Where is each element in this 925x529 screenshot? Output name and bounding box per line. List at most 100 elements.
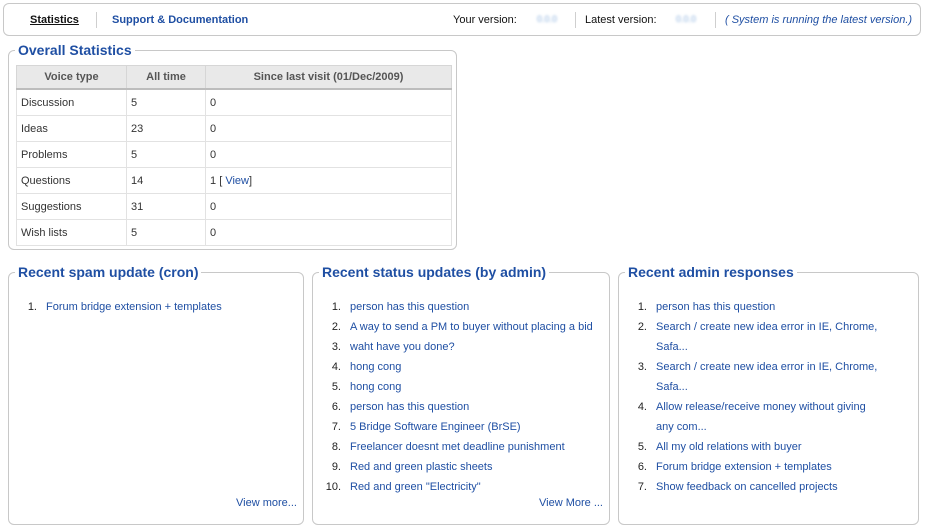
statistics-table: Voice type All time Since last visit (01… xyxy=(16,65,452,246)
item-number: 5. xyxy=(331,381,341,393)
all-time-cell: 23 xyxy=(126,115,206,142)
view-link[interactable]: View xyxy=(225,175,249,187)
since-last-visit-cell: 1 [ View] xyxy=(205,167,452,194)
your-version-value: 0.0.0 xyxy=(537,14,558,24)
list-item: 9. Red and green plastic sheets xyxy=(313,457,609,477)
table-row: Discussion 5 0 xyxy=(16,89,452,116)
list-item: 3. waht have you done? xyxy=(313,337,609,357)
latest-version-label: Latest version: xyxy=(585,14,657,26)
status-update-link[interactable]: Red and green plastic sheets xyxy=(350,457,492,477)
all-time-cell: 14 xyxy=(126,167,206,194)
admin-response-link[interactable]: person has this question xyxy=(656,297,775,317)
item-number: 8. xyxy=(331,441,341,453)
status-update-link[interactable]: person has this question xyxy=(350,397,469,417)
item-number: 6. xyxy=(331,401,341,413)
list-item: 4. Allow release/receive money without gi… xyxy=(619,397,918,437)
table-row: Ideas 23 0 xyxy=(16,115,452,142)
list-item: 5. All my old relations with buyer xyxy=(619,437,918,457)
list-item: 10. Red and green "Electricity" xyxy=(313,477,609,497)
bracket: ] xyxy=(248,174,253,187)
item-number: 4. xyxy=(637,401,647,413)
admin-response-link[interactable]: Forum bridge extension + templates xyxy=(656,457,832,477)
voice-type-cell: Problems xyxy=(16,141,127,168)
voice-type-cell: Questions xyxy=(16,167,127,194)
recent-admin-responses-panel: Recent admin responses 1. person has this… xyxy=(618,263,919,525)
item-number: 6. xyxy=(637,461,647,473)
bracket: [ xyxy=(219,174,223,187)
list-item: 1. person has this question xyxy=(619,297,918,317)
item-number: 1. xyxy=(27,301,37,313)
voice-type-cell: Discussion xyxy=(16,89,127,116)
overall-statistics-title: Overall Statistics xyxy=(15,41,135,59)
status-update-link[interactable]: person has this question xyxy=(350,297,469,317)
divider xyxy=(96,12,97,28)
list-item: 7. 5 Bridge Software Engineer (BrSE) xyxy=(313,417,609,437)
your-version-label: Your version: xyxy=(453,14,517,26)
status-update-link[interactable]: A way to send a PM to buyer without plac… xyxy=(350,317,593,337)
latest-version-value: 0.0.0 xyxy=(676,14,697,24)
since-last-visit-cell: 0 xyxy=(205,219,452,246)
admin-response-link[interactable]: Search / create new idea error in IE, Ch… xyxy=(656,317,886,357)
voice-type-cell: Ideas xyxy=(16,115,127,142)
item-number: 7. xyxy=(637,481,647,493)
spam-item-link[interactable]: Forum bridge extension + templates xyxy=(46,297,222,317)
status-update-link[interactable]: hong cong xyxy=(350,377,401,397)
since-last-visit-cell: 0 xyxy=(205,89,452,116)
item-number: 2. xyxy=(331,321,341,333)
since-last-visit-cell: 0 xyxy=(205,193,452,220)
overall-statistics-panel: Overall Statistics Voice type All time S… xyxy=(8,41,457,250)
column-header-since-last-visit: Since last visit (01/Dec/2009) xyxy=(205,65,452,90)
status-update-link[interactable]: Red and green "Electricity" xyxy=(350,477,481,497)
item-number: 9. xyxy=(331,461,341,473)
status-update-link[interactable]: hong cong xyxy=(350,357,401,377)
all-time-cell: 5 xyxy=(126,141,206,168)
status-updates-list: 1. person has this question 2. A way to se… xyxy=(313,297,609,497)
recent-admin-responses-title: Recent admin responses xyxy=(625,263,797,281)
admin-response-link[interactable]: Show feedback on cancelled projects xyxy=(656,477,838,497)
voice-type-cell: Suggestions xyxy=(16,193,127,220)
list-item: 6. Forum bridge extension + templates xyxy=(619,457,918,477)
item-number: 2. xyxy=(637,321,647,333)
divider xyxy=(575,12,576,28)
item-number: 4. xyxy=(331,361,341,373)
table-row: Problems 5 0 xyxy=(16,141,452,168)
top-bar: Statistics Support & Documentation Your … xyxy=(3,3,921,36)
list-item: 6. person has this question xyxy=(313,397,609,417)
item-number: 3. xyxy=(331,341,341,353)
system-status-text: ( System is running the latest version.) xyxy=(725,14,913,26)
list-item: 5. hong cong xyxy=(313,377,609,397)
list-item: 1. person has this question xyxy=(313,297,609,317)
list-item: 8. Freelancer doesnt met deadline punishm… xyxy=(313,437,609,457)
voice-type-cell: Wish lists xyxy=(16,219,127,246)
item-number: 5. xyxy=(637,441,647,453)
status-update-link[interactable]: 5 Bridge Software Engineer (BrSE) xyxy=(350,417,521,437)
table-row: Questions 14 1 [ View] xyxy=(16,167,452,194)
item-number: 3. xyxy=(637,361,647,373)
since-last-visit-cell: 0 xyxy=(205,141,452,168)
item-number: 1. xyxy=(331,301,341,313)
recent-spam-title: Recent spam update (cron) xyxy=(15,263,202,281)
all-time-cell: 5 xyxy=(126,89,206,116)
item-number: 1. xyxy=(637,301,647,313)
item-number: 7. xyxy=(331,421,341,433)
tab-statistics[interactable]: Statistics xyxy=(30,14,79,26)
status-update-link[interactable]: waht have you done? xyxy=(350,337,455,357)
admin-response-link[interactable]: Allow release/receive money without givi… xyxy=(656,397,886,437)
column-header-all-time: All time xyxy=(126,65,206,90)
spam-list: 1. Forum bridge extension + templates xyxy=(9,297,303,317)
view-more-link[interactable]: View More ... xyxy=(539,497,603,509)
recent-spam-panel: Recent spam update (cron) 1. Forum bridge… xyxy=(8,263,304,525)
admin-response-link[interactable]: All my old relations with buyer xyxy=(656,437,802,457)
list-item: 2. A way to send a PM to buyer without pl… xyxy=(313,317,609,337)
view-more-link[interactable]: View more... xyxy=(236,497,297,509)
tab-support-documentation[interactable]: Support & Documentation xyxy=(112,14,248,26)
table-row: Suggestions 31 0 xyxy=(16,193,452,220)
list-item: 3. Search / create new idea error in IE, … xyxy=(619,357,918,397)
status-update-link[interactable]: Freelancer doesnt met deadline punishmen… xyxy=(350,437,565,457)
list-item: 7. Show feedback on cancelled projects xyxy=(619,477,918,497)
list-item: 4. hong cong xyxy=(313,357,609,377)
list-item: 2. Search / create new idea error in IE, … xyxy=(619,317,918,357)
list-item: 1. Forum bridge extension + templates xyxy=(9,297,303,317)
admin-response-link[interactable]: Search / create new idea error in IE, Ch… xyxy=(656,357,886,397)
recent-status-updates-title: Recent status updates (by admin) xyxy=(319,263,550,281)
